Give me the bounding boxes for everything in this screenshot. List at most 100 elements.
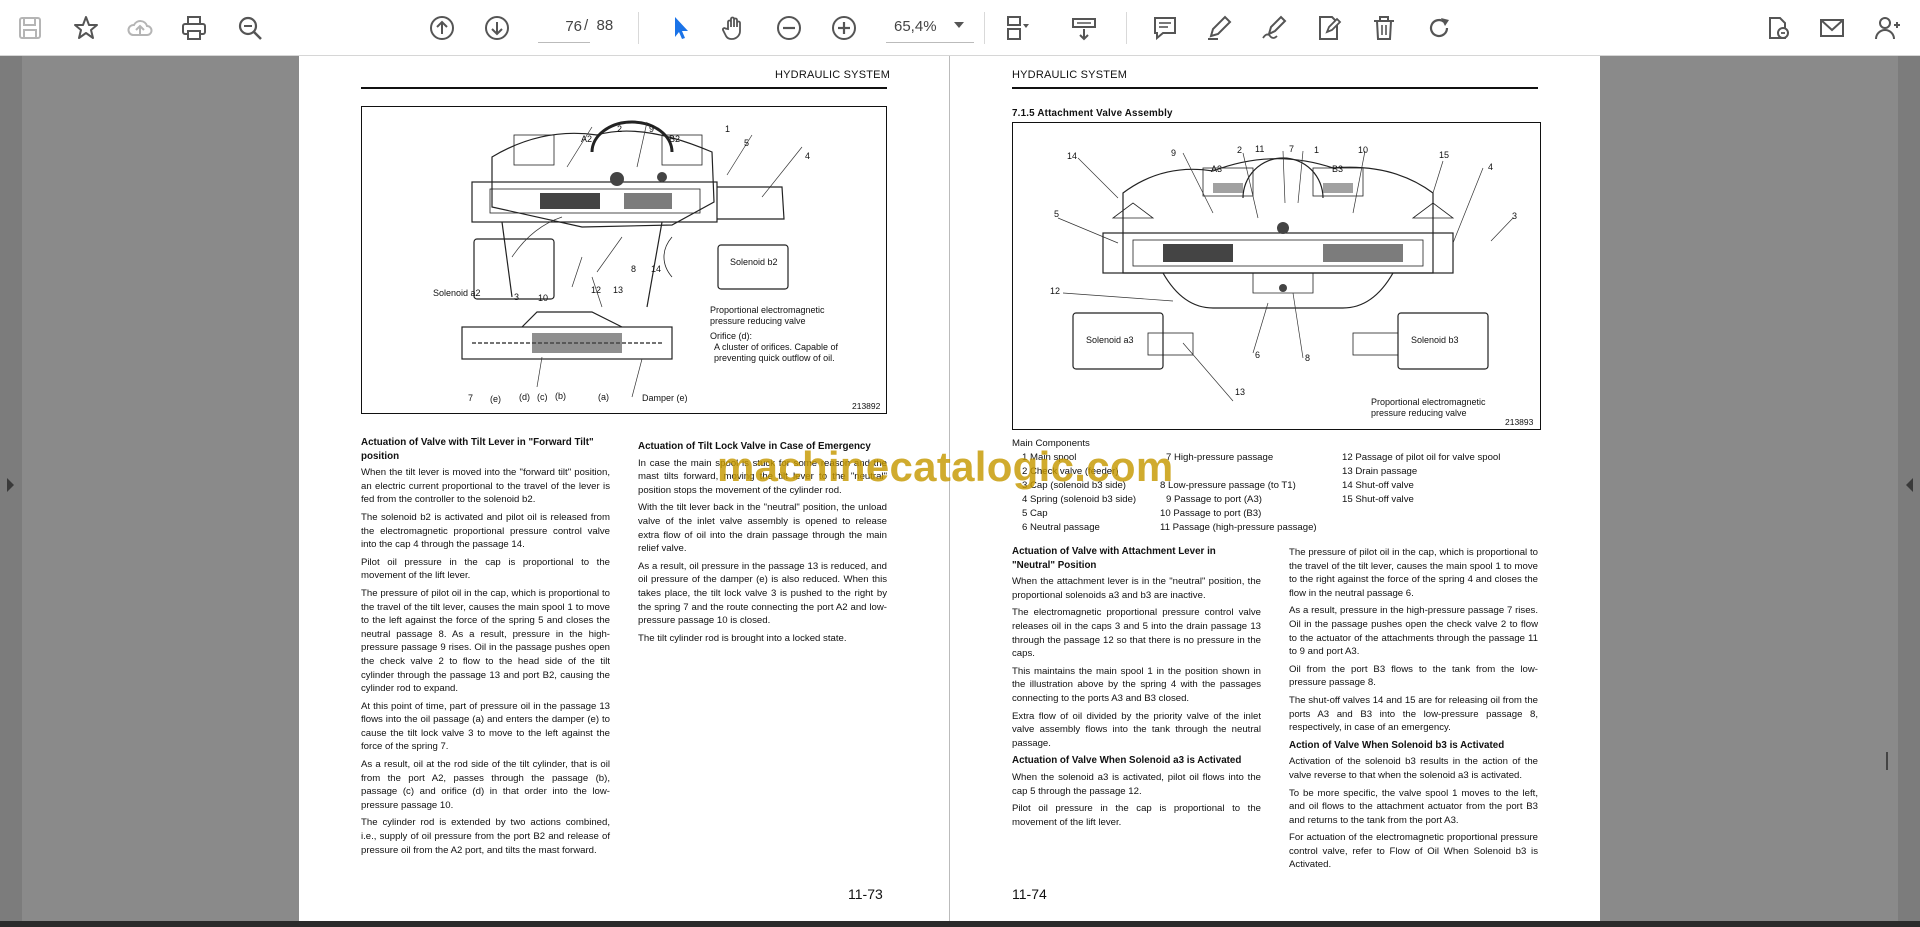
fig-label: A3 <box>1211 164 1223 174</box>
component-item: 6 Neutral passage <box>1022 522 1100 533</box>
fig-label: 12 <box>1050 286 1061 296</box>
hand-pan-icon[interactable] <box>714 8 754 48</box>
component-item: 3 Cap (solenoid b3 side) <box>1022 480 1126 491</box>
fig-label: A2 <box>581 134 593 144</box>
total-pages: 88 <box>596 17 614 34</box>
document-page-left: HYDRAULIC SYSTEM A2 2 9 B2 1 5 4 8 14 So… <box>299 56 950 921</box>
section-heading: Actuation of Valve with Tilt Lever in "F… <box>361 437 594 462</box>
fig-label: Solenoid a2 <box>433 288 481 298</box>
page-separator: / <box>584 17 589 34</box>
page-up-icon[interactable] <box>422 8 462 48</box>
comment-icon[interactable] <box>1145 8 1185 48</box>
paragraph: This maintains the main spool 1 in the p… <box>1012 665 1261 704</box>
fit-page-icon[interactable] <box>996 8 1036 48</box>
paragraph: Pilot oil pressure in the cap is proport… <box>1012 803 1261 828</box>
edit-doc-icon[interactable] <box>1309 8 1349 48</box>
text-column: Actuation of Tilt Lock Valve in Case of … <box>638 440 887 649</box>
zoom-out-magnifier-icon[interactable] <box>230 8 270 48</box>
paragraph: Pilot oil pressure in the cap is proport… <box>361 556 610 582</box>
bookmark-star-icon[interactable] <box>66 8 106 48</box>
paragraph: To be more specific, the valve spool 1 m… <box>1289 787 1538 826</box>
zoom-out-icon[interactable] <box>769 8 809 48</box>
cloud-upload-icon[interactable] <box>120 8 160 48</box>
paragraph: When the tilt lever is moved into the "f… <box>361 467 610 506</box>
component-item: 13 Drain passage <box>1342 466 1418 477</box>
fig-label: 9 <box>1171 148 1177 158</box>
fig-label: (d) <box>519 392 530 402</box>
fig-label: 15 <box>1439 150 1450 160</box>
fig-label: (c) <box>537 392 548 402</box>
select-pointer-icon[interactable] <box>660 8 700 48</box>
delete-icon[interactable] <box>1364 8 1404 48</box>
paragraph: As a result, pressure in the high-pressu… <box>1289 605 1538 658</box>
print-icon[interactable] <box>174 8 214 48</box>
share-link-icon[interactable] <box>1758 8 1798 48</box>
fig-label: 5 <box>1054 209 1060 219</box>
fig-label: (e) <box>490 394 501 404</box>
section-heading: Actuation of Tilt Lock Valve in Case of … <box>638 441 871 452</box>
paragraph: When the attachment lever is in the "neu… <box>1012 576 1261 601</box>
page-number-input[interactable] <box>538 11 590 43</box>
paragraph: At this point of time, part of pressure … <box>361 700 610 753</box>
rotate-icon[interactable] <box>1419 8 1459 48</box>
fig-label: 1 <box>725 124 731 134</box>
highlight-pen-icon[interactable] <box>1199 8 1239 48</box>
component-item: 7 High-pressure passage <box>1166 452 1274 463</box>
text-column: The pressure of pilot oil in the cap, wh… <box>1289 546 1538 876</box>
fig-note: A cluster of orifices. Capable of <box>714 342 839 352</box>
main-components-list: Main Components 1 Main spool 2 Check val… <box>1012 437 1538 537</box>
fig-label: Damper (e) <box>642 393 688 403</box>
fig-label: 6 <box>1255 350 1261 360</box>
fig-label: 9 <box>649 124 655 134</box>
email-icon[interactable] <box>1812 8 1852 48</box>
fig-label: 12 <box>591 285 602 295</box>
paragraph: The shut-off valves 14 and 15 are for re… <box>1289 694 1538 734</box>
valve-diagram-figure: 14 9 A3 2 11 7 1 B3 10 15 4 5 3 12 Solen… <box>1012 122 1541 430</box>
fig-label: 7 <box>1289 144 1295 154</box>
zoom-in-icon[interactable] <box>824 8 864 48</box>
text-column: Actuation of Valve with Tilt Lever in "F… <box>361 436 610 861</box>
fig-label: 10 <box>538 293 549 303</box>
save-icon[interactable] <box>10 8 50 48</box>
add-user-icon[interactable] <box>1867 8 1907 48</box>
component-item: 8 Low-pressure passage (to T1) <box>1160 480 1296 491</box>
toolbar: / 88 65,4% <box>0 0 1920 56</box>
component-item: 9 Passage to port (A3) <box>1166 494 1262 505</box>
component-item: 12 Passage of pilot oil for valve spool <box>1342 452 1501 463</box>
page-number: 11-73 <box>848 886 883 902</box>
chevron-down-icon[interactable] <box>954 22 964 28</box>
expand-left-panel-icon[interactable] <box>7 478 14 492</box>
fig-label: 2 <box>1237 145 1243 155</box>
paragraph: The solenoid b2 is activated and pilot o… <box>361 511 610 551</box>
fig-label: 7 <box>468 393 474 403</box>
section-heading: Actuation of Valve When Solenoid a3 is A… <box>1012 755 1242 767</box>
section-heading: Action of Valve When Solenoid b3 is Acti… <box>1289 739 1505 751</box>
component-item: 11 Passage (high-pressure passage) <box>1160 522 1317 533</box>
fig-label: 13 <box>613 285 624 295</box>
paragraph: In case the main spool is stuck for some… <box>638 457 887 496</box>
bottom-bar <box>0 921 1920 927</box>
fig-note: Proportional electromagnetic <box>1371 397 1486 407</box>
fig-label: 14 <box>651 264 662 274</box>
fig-label: 10 <box>1358 145 1369 155</box>
fig-label: Solenoid b2 <box>730 257 778 267</box>
fig-label: Solenoid b3 <box>1411 335 1459 345</box>
paragraph: The electromagnetic proportional pressur… <box>1012 607 1261 660</box>
page-down-icon[interactable] <box>477 8 517 48</box>
component-item: 15 Shut-off valve <box>1342 494 1414 505</box>
page-number: 11-74 <box>1012 886 1047 902</box>
expand-right-panel-icon[interactable] <box>1906 478 1913 492</box>
component-item: 14 Shut-off valve <box>1342 480 1414 491</box>
fig-label: 5 <box>744 138 750 148</box>
text-column: Actuation of Valve with Attachment Lever… <box>1012 545 1261 833</box>
component-item: 10 Passage to port (B3) <box>1160 508 1262 519</box>
fig-label: 3 <box>514 292 520 302</box>
figure-number: 213892 <box>852 401 881 411</box>
component-item: 2 Check valve (feeder) <box>1022 466 1119 477</box>
page-header: HYDRAULIC SYSTEM <box>775 69 891 81</box>
scrollbar-thumb[interactable] <box>1886 752 1888 770</box>
component-item: 4 Spring (solenoid b3 side) <box>1022 494 1137 505</box>
scroll-mode-icon[interactable] <box>1064 8 1104 48</box>
draw-sign-icon[interactable] <box>1254 8 1294 48</box>
fig-label: 13 <box>1235 387 1246 397</box>
